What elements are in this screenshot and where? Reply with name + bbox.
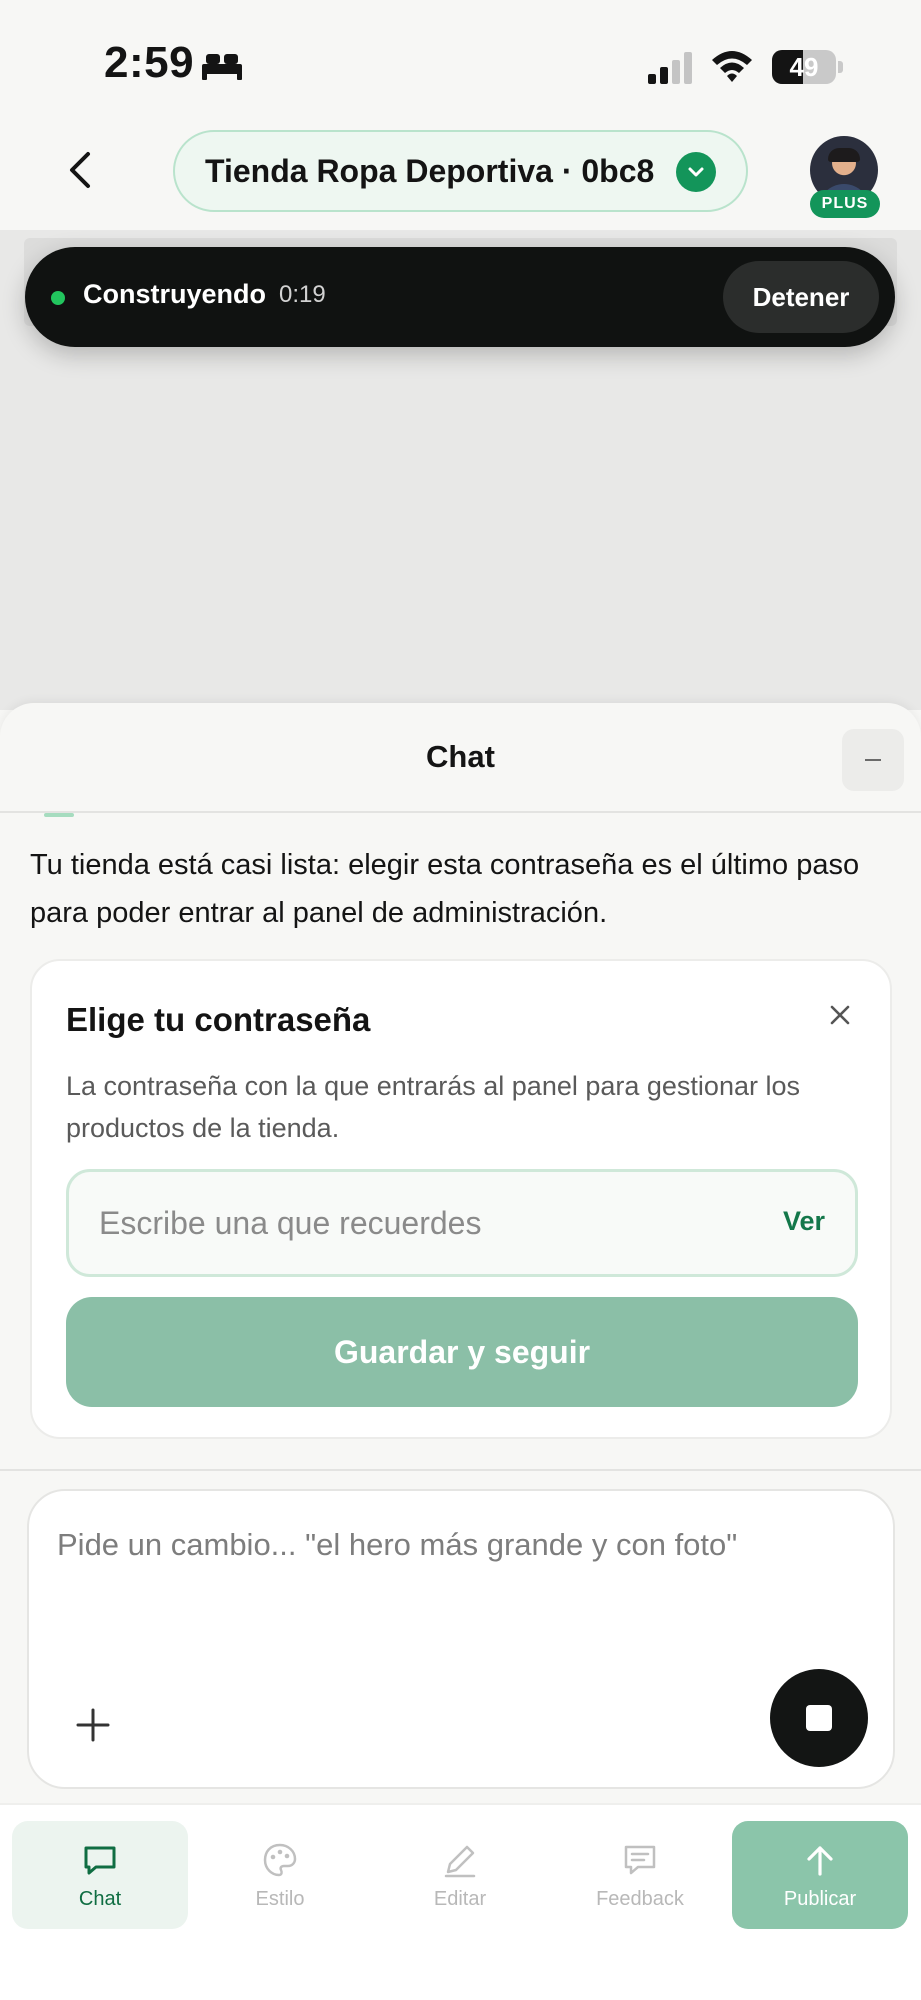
password-input[interactable] [99, 1172, 719, 1274]
message-composer[interactable]: Pide un cambio... "el hero más grande y … [27, 1489, 895, 1789]
password-card: Elige tu contraseña La contraseña con la… [30, 959, 892, 1439]
chat-title: Chat [426, 739, 495, 774]
chevron-down-icon [676, 152, 716, 192]
password-card-description: La contraseña con la que entrarás al pan… [66, 1071, 800, 1143]
scrolled-content-edge [44, 813, 74, 817]
app-header: Tienda Ropa Deportiva · 0bc8 PLUS [0, 110, 921, 230]
show-password-button[interactable]: Ver [783, 1206, 825, 1237]
app-screen: 2:59 49 Tienda Ropa Deportiva · 0bc8 PLU… [0, 0, 921, 2000]
build-timer: 0:19 [279, 281, 326, 308]
build-status-bar: Construyendo 0:19 Detener [25, 247, 895, 347]
chat-sheet: Chat Tu tienda está casi lista: elegir e… [0, 703, 921, 1803]
stop-icon [806, 1705, 832, 1731]
password-card-title: Elige tu contraseña [66, 1001, 371, 1038]
sleep-icon [202, 54, 242, 80]
bottom-nav: Chat Estilo Editar Feedback Publicar [0, 1803, 921, 2000]
nav-label: Editar [433, 1887, 487, 1910]
project-selector[interactable]: Tienda Ropa Deportiva · 0bc8 [173, 130, 748, 212]
attach-button[interactable] [63, 1695, 123, 1755]
status-time: 2:59 [104, 38, 195, 87]
build-status-dot [51, 291, 65, 305]
project-name: Tienda Ropa Deportiva · 0bc8 [205, 152, 655, 189]
chat-icon [84, 1846, 116, 1874]
password-field: Ver [66, 1169, 858, 1277]
message-input[interactable]: Pide un cambio... "el hero más grande y … [57, 1527, 857, 1563]
chat-sheet-header: Chat [0, 703, 921, 813]
assistant-message: Tu tienda está casi lista: elegir esta c… [30, 849, 860, 929]
arrow-up-icon [807, 1845, 833, 1876]
signal-icon [648, 52, 692, 84]
plus-icon [76, 1708, 110, 1742]
palette-icon [263, 1843, 297, 1876]
battery-percent: 49 [789, 52, 819, 82]
stop-generation-button[interactable] [770, 1669, 868, 1767]
nav-edit[interactable]: Editar [372, 1821, 548, 1929]
minimize-button[interactable] [842, 729, 904, 791]
back-button[interactable] [52, 140, 108, 200]
plan-badge: PLUS [810, 190, 880, 218]
feedback-icon [624, 1845, 656, 1874]
nav-chat[interactable]: Chat [12, 1821, 188, 1929]
close-icon[interactable] [820, 995, 860, 1035]
pencil-icon [444, 1845, 476, 1877]
save-and-continue-button[interactable]: Guardar y seguir [66, 1297, 858, 1407]
wifi-icon [712, 51, 752, 82]
nav-label: Chat [78, 1887, 122, 1910]
minus-icon [865, 759, 881, 761]
nav-style[interactable]: Estilo [192, 1821, 368, 1929]
nav-label: Publicar [783, 1887, 857, 1910]
stop-build-button[interactable]: Detener [723, 261, 879, 333]
build-status-label: Construyendo [83, 279, 267, 309]
battery-icon: 49 [772, 50, 843, 84]
nav-label: Estilo [255, 1887, 305, 1910]
nav-feedback[interactable]: Feedback [552, 1821, 728, 1929]
nav-publish[interactable]: Publicar [732, 1821, 908, 1929]
composer-divider [0, 1469, 921, 1471]
back-arrow-icon [70, 152, 90, 188]
nav-label: Feedback [596, 1887, 684, 1910]
